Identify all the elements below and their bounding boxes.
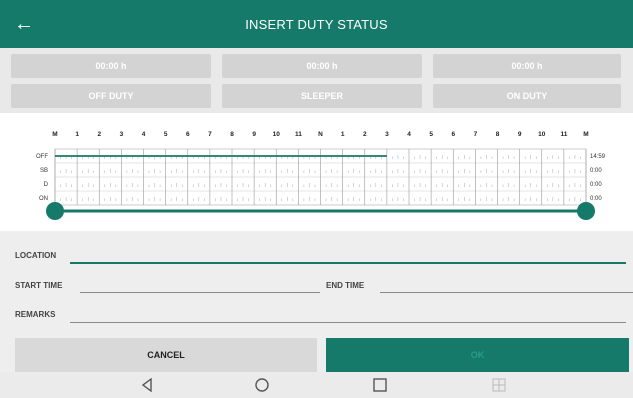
hour-label: 5 [429, 131, 433, 138]
row-label: ON [39, 196, 48, 202]
row-label: SB [40, 168, 48, 174]
range-slider-end-handle[interactable] [577, 202, 595, 220]
system-nav-bar [0, 372, 633, 398]
nav-back-icon[interactable] [136, 374, 158, 396]
hour-label: 8 [230, 131, 234, 138]
hour-label: 5 [164, 131, 168, 138]
hour-label: N [318, 131, 323, 138]
off-duty-duration: 00:00 h [11, 54, 211, 78]
hour-label: 8 [496, 131, 500, 138]
duty-log-graph: M 1 2 3 4 5 6 7 8 9 10 11 N 1 2 3 4 5 6 7 8 9 10 11 M OFF 14:59 SB 0… [36, 131, 606, 220]
remarks-input[interactable] [70, 322, 626, 323]
row-total: 0:00 [590, 196, 602, 202]
remarks-label: REMARKS [15, 310, 56, 319]
hour-label: 7 [208, 131, 212, 138]
hour-label: 2 [363, 131, 367, 138]
row-total: 0:00 [590, 168, 602, 174]
start-time-label: START TIME [15, 281, 63, 290]
end-time-label: END TIME [326, 281, 365, 290]
hour-label: 9 [518, 131, 522, 138]
location-label: LOCATION [15, 251, 57, 260]
hour-label: 1 [341, 131, 345, 138]
range-slider-start-handle[interactable] [46, 202, 64, 220]
hour-label: M [583, 131, 588, 138]
hour-label: 2 [97, 131, 101, 138]
hour-label: 7 [474, 131, 478, 138]
location-input[interactable] [70, 262, 626, 264]
nav-recents-icon[interactable] [369, 374, 391, 396]
ok-button[interactable]: OK [326, 338, 629, 372]
row-total: 0:00 [590, 182, 602, 188]
row-label: D [44, 182, 49, 188]
hour-label: 3 [385, 131, 389, 138]
hour-label: 3 [120, 131, 124, 138]
hour-label: 6 [451, 131, 455, 138]
nav-home-icon[interactable] [251, 374, 273, 396]
hour-label: 11 [560, 131, 567, 138]
hour-label: 11 [295, 131, 302, 138]
duty-status-selector: 00:00 h 00:00 h 00:00 h OFF DUTY SLEEPER… [0, 48, 633, 113]
sleeper-duration: 00:00 h [222, 54, 422, 78]
row-label: OFF [36, 154, 48, 160]
hour-label: 6 [186, 131, 190, 138]
hour-label: 9 [252, 131, 256, 138]
cancel-button[interactable]: CANCEL [15, 338, 317, 372]
duty-log-chart: M 1 2 3 4 5 6 7 8 9 10 11 N 1 2 3 4 5 6 7 8 9 10 11 M OFF 14:59 SB 0… [0, 113, 633, 231]
hour-label: M [52, 131, 57, 138]
off-duty-button[interactable]: OFF DUTY [11, 84, 211, 108]
nav-multiwindow-icon[interactable] [488, 374, 510, 396]
hour-label: 4 [142, 131, 146, 138]
start-time-input[interactable] [80, 292, 320, 293]
sleeper-button[interactable]: SLEEPER [222, 84, 422, 108]
hour-label: 4 [407, 131, 411, 138]
row-total: 14:59 [590, 154, 606, 160]
on-duty-duration: 00:00 h [433, 54, 621, 78]
on-duty-button[interactable]: ON DUTY [433, 84, 621, 108]
hour-label: 1 [75, 131, 79, 138]
end-time-input[interactable] [380, 292, 633, 293]
page-title: INSERT DUTY STATUS [245, 17, 388, 32]
hour-label: 10 [538, 131, 546, 138]
app-bar: ← INSERT DUTY STATUS [0, 0, 633, 48]
hour-label: 10 [273, 131, 281, 138]
